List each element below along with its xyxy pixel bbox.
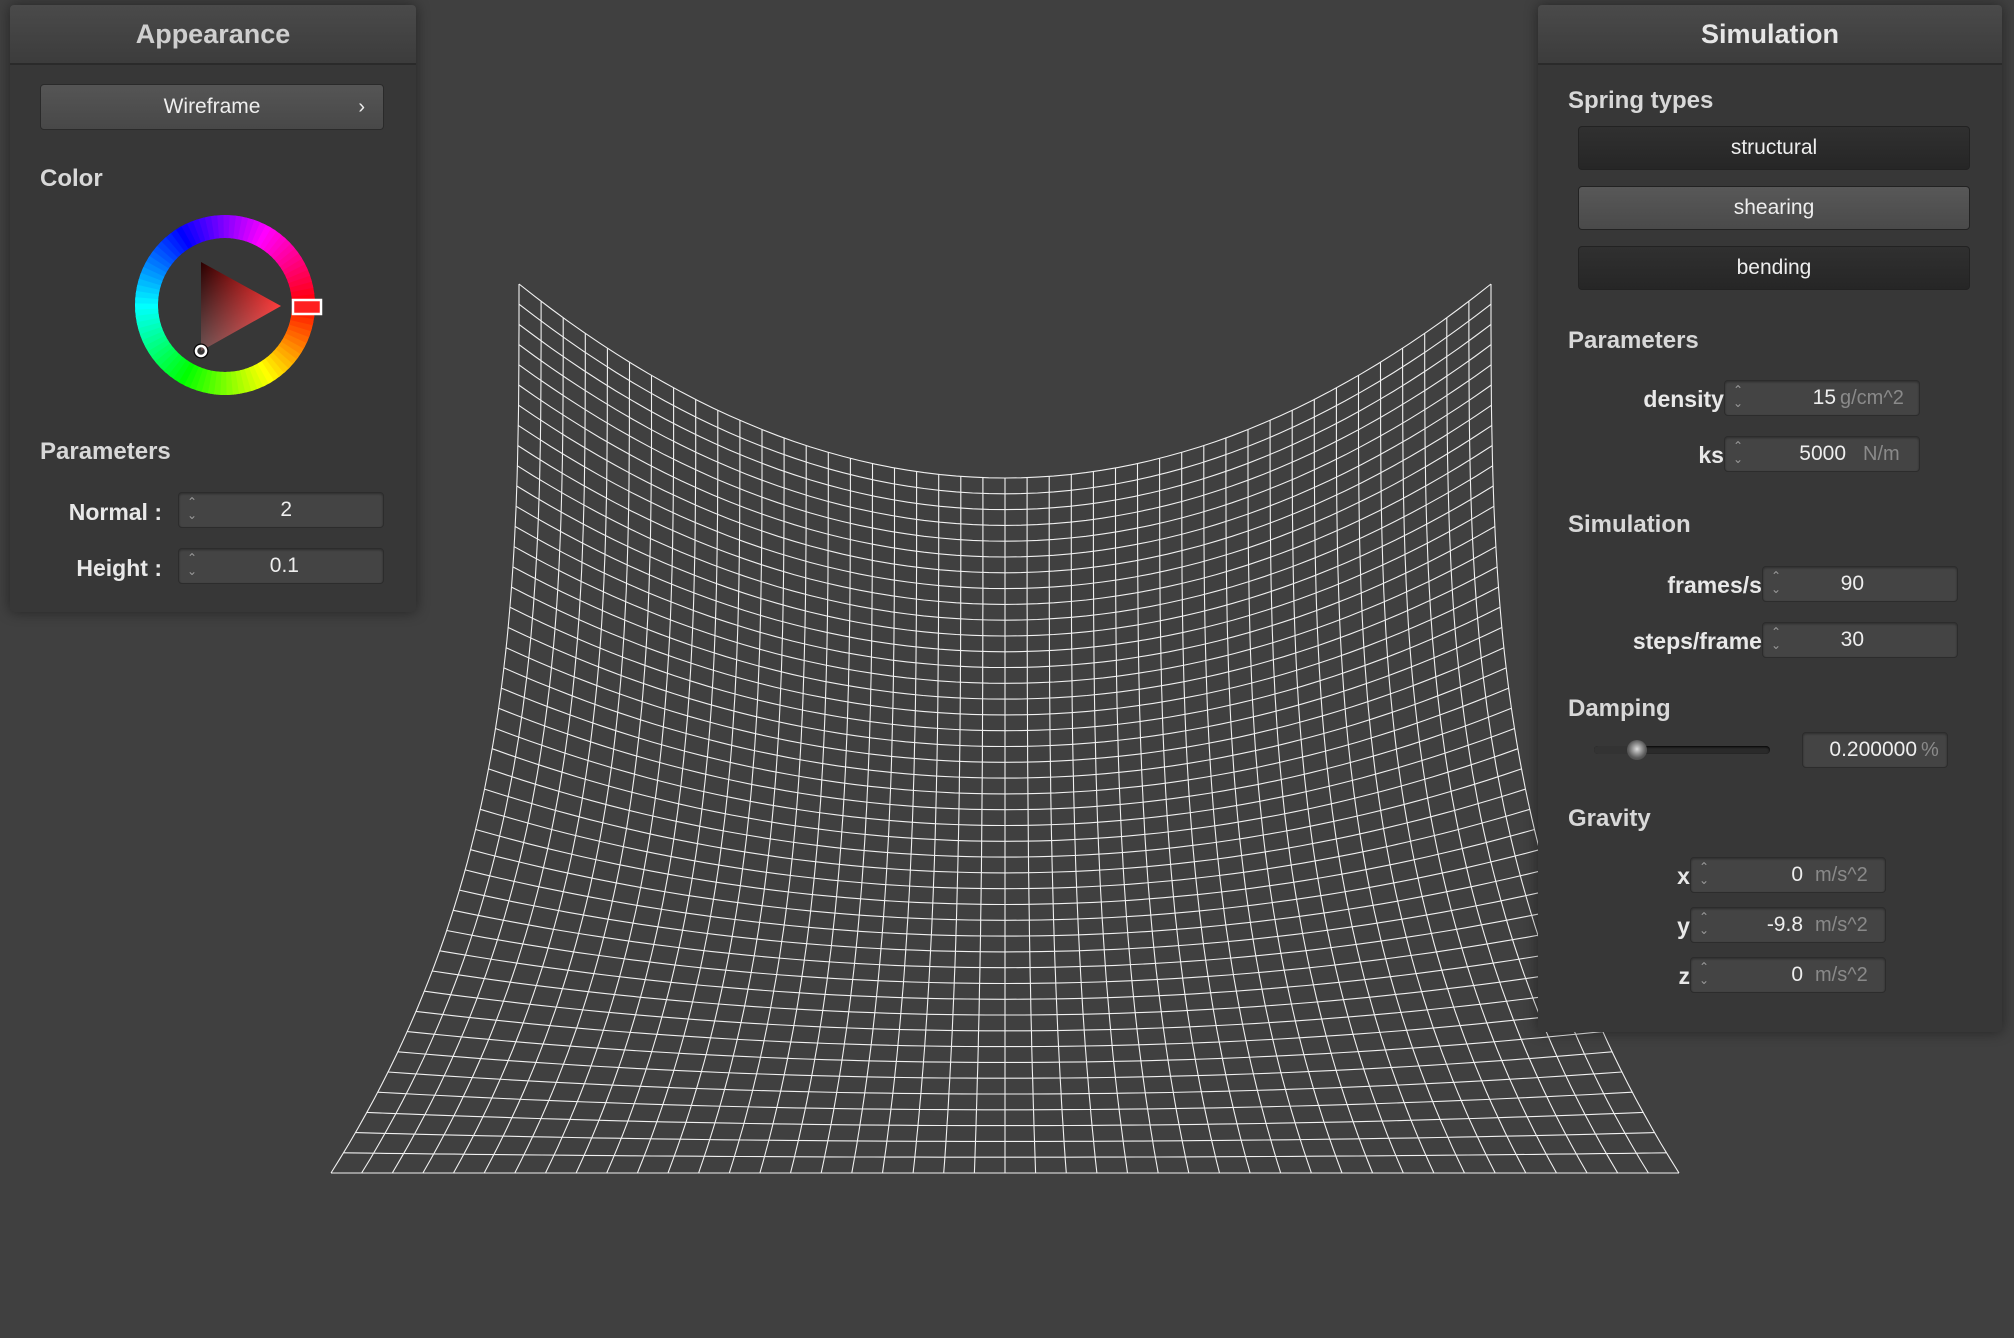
damping-input[interactable]: 0.200000 %	[1802, 732, 1948, 768]
mesh-line	[1357, 375, 1496, 1174]
gravity-label: Gravity	[1568, 805, 1651, 832]
ks-unit: N/m	[1863, 443, 1900, 465]
steps-label: steps/frame :	[1632, 628, 1776, 654]
fps-label: frames/s :	[1667, 572, 1776, 598]
gravity-y-unit: m/s^2	[1815, 914, 1868, 936]
gravity-x-input[interactable]: ⌃ ⌄ 0 m/s^2	[1690, 857, 1886, 893]
spring-types-label: Spring types	[1568, 87, 1714, 114]
simulation-panel: Simulation Spring types structural shear…	[1538, 5, 2002, 1032]
color-wheel-picker[interactable]	[125, 205, 325, 405]
spin-arrows-icon[interactable]: ⌃ ⌄	[1697, 911, 1711, 939]
appearance-panel: Appearance Wireframe › Color Parameters …	[10, 5, 416, 612]
fps-input[interactable]: ⌃ ⌄ 90	[1762, 566, 1958, 602]
shading-mode-dropdown[interactable]: Wireframe ›	[40, 84, 384, 130]
height-value: 0.1	[269, 554, 299, 577]
steps-value: 30	[1840, 628, 1864, 651]
ks-label: ks :	[1698, 442, 1738, 468]
gravity-z-value: 0	[1791, 963, 1803, 986]
gravity-y-value: -9.8	[1766, 913, 1803, 936]
sim-params-label: Parameters	[1568, 327, 1699, 354]
simulation-section-label: Simulation	[1568, 511, 1691, 538]
normal-label: Normal :	[68, 499, 162, 525]
normal-input[interactable]: ⌃ ⌄ 2	[178, 492, 384, 528]
ks-input[interactable]: ⌃ ⌄ 5000 N/m	[1724, 436, 1920, 472]
spring-shearing-toggle[interactable]: shearing	[1578, 186, 1970, 230]
mesh-line	[1379, 362, 1527, 1174]
spin-arrows-icon[interactable]: ⌃ ⌄	[185, 552, 199, 580]
fps-value: 90	[1840, 572, 1864, 595]
color-section-label: Color	[40, 165, 103, 192]
spin-arrows-icon[interactable]: ⌃ ⌄	[1731, 440, 1745, 468]
mesh-line	[514, 375, 653, 1174]
damping-unit: %	[1921, 739, 1939, 761]
hue-marker[interactable]	[291, 298, 323, 316]
simulation-panel-title[interactable]: Simulation	[1538, 5, 2002, 65]
height-input[interactable]: ⌃ ⌄ 0.1	[178, 548, 384, 584]
mesh-line	[518, 303, 1492, 495]
chevron-right-icon: ›	[358, 96, 365, 118]
density-label: density :	[1643, 386, 1738, 412]
spin-arrows-icon[interactable]: ⌃ ⌄	[1731, 384, 1745, 412]
spin-arrows-icon[interactable]: ⌃ ⌄	[185, 496, 199, 524]
density-value: 15	[1812, 386, 1836, 409]
triangle-white-overlay	[201, 262, 281, 351]
mesh-line	[518, 283, 1492, 479]
appearance-panel-title[interactable]: Appearance	[10, 5, 416, 65]
normal-value: 2	[280, 498, 292, 521]
ks-value: 5000	[1799, 442, 1846, 465]
shading-mode-value: Wireframe	[163, 95, 261, 118]
cloth-wireframe-mesh	[330, 283, 1680, 1174]
gravity-x-unit: m/s^2	[1815, 864, 1868, 886]
gravity-z-unit: m/s^2	[1815, 964, 1868, 986]
gravity-x-value: 0	[1791, 863, 1803, 886]
gravity-y-input[interactable]: ⌃ ⌄ -9.8 m/s^2	[1690, 907, 1886, 943]
gravity-y-label: y :	[1677, 913, 1704, 939]
spin-arrows-icon[interactable]: ⌃ ⌄	[1697, 961, 1711, 989]
appearance-params-label: Parameters	[40, 438, 171, 465]
damping-slider-knob[interactable]	[1627, 740, 1648, 760]
spring-structural-toggle[interactable]: structural	[1578, 126, 1970, 170]
damping-value: 0.200000	[1829, 738, 1917, 761]
gravity-x-label: x :	[1677, 863, 1704, 889]
steps-input[interactable]: ⌃ ⌄ 30	[1762, 622, 1958, 658]
mesh-line	[483, 362, 631, 1174]
mesh-line	[391, 317, 564, 1174]
spin-arrows-icon[interactable]: ⌃ ⌄	[1697, 861, 1711, 889]
density-unit: g/cm^2	[1840, 387, 1904, 409]
density-input[interactable]: ⌃ ⌄ 15 g/cm^2	[1724, 380, 1920, 416]
damping-slider[interactable]	[1594, 740, 1770, 760]
gravity-z-input[interactable]: ⌃ ⌄ 0 m/s^2	[1690, 957, 1886, 993]
spin-arrows-icon[interactable]: ⌃ ⌄	[1769, 626, 1783, 654]
gravity-z-label: z :	[1678, 963, 1704, 989]
damping-label: Damping	[1568, 695, 1671, 722]
height-label: Height :	[76, 555, 162, 581]
spin-arrows-icon[interactable]: ⌃ ⌄	[1769, 570, 1783, 598]
spring-bending-toggle[interactable]: bending	[1578, 246, 1970, 290]
